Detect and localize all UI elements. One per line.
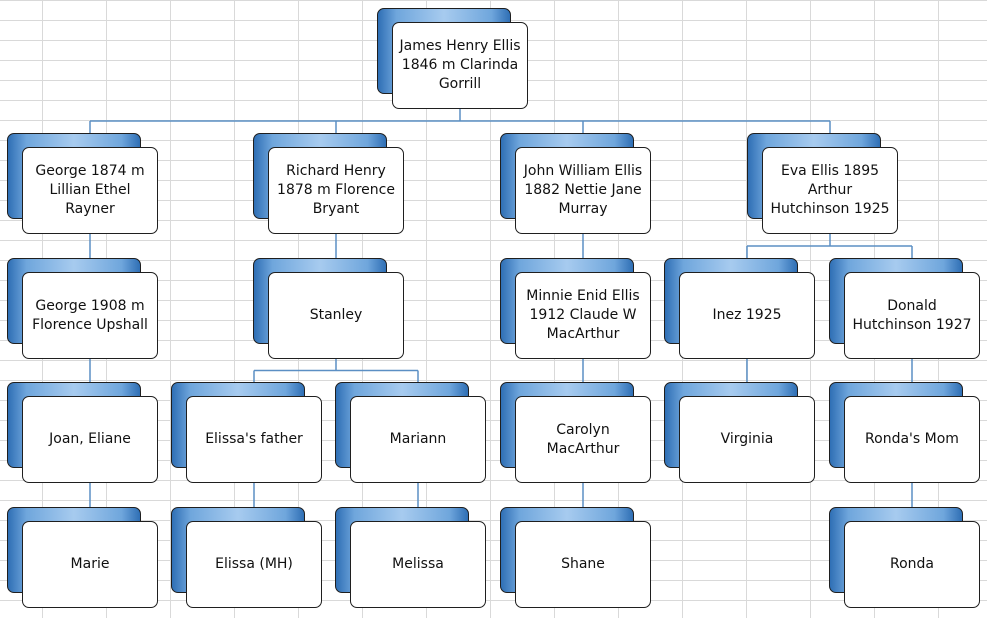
node-inez[interactable]: Inez 1925 [664, 258, 815, 359]
node-label: Richard Henry 1878 m Florence Bryant [277, 163, 395, 217]
node-label: John William Ellis 1882 Nettie Jane Murr… [523, 163, 643, 217]
node-john-william-ellis[interactable]: John William Ellis 1882 Nettie Jane Murr… [500, 133, 651, 234]
node-mariann[interactable]: Mariann [335, 382, 486, 483]
node-melissa[interactable]: Melissa [335, 507, 486, 608]
node-label: Melissa [392, 556, 444, 572]
node-label: Ronda's Mom [865, 431, 959, 447]
node-george-1908[interactable]: George 1908 m Florence Upshall [7, 258, 158, 359]
node-elissa-mh[interactable]: Elissa (MH) [171, 507, 322, 608]
node-george-1874[interactable]: George 1874 m Lillian Ethel Rayner [7, 133, 158, 234]
node-label: Ronda [889, 556, 934, 572]
node-james-henry-ellis[interactable]: James Henry Ellis 1846 m Clarinda Gorril… [377, 8, 528, 109]
node-minnie-enid-ellis[interactable]: Minnie Enid Ellis 1912 Claude W MacArthu… [500, 258, 651, 359]
node-shane[interactable]: Shane [500, 507, 651, 608]
node-label: Carolyn MacArthur [546, 421, 620, 457]
node-virginia[interactable]: Virginia [664, 382, 815, 483]
node-label: Virginia [720, 431, 774, 447]
node-label: Mariann [389, 431, 447, 447]
node-carolyn-macarthur[interactable]: Carolyn MacArthur [500, 382, 651, 483]
node-label: Marie [70, 556, 110, 572]
node-richard-henry[interactable]: Richard Henry 1878 m Florence Bryant [253, 133, 404, 234]
node-ronda[interactable]: Ronda [829, 507, 980, 608]
node-label: Inez 1925 [712, 307, 782, 323]
node-elissas-father[interactable]: Elissa's father [171, 382, 322, 483]
node-label: Elissa (MH) [215, 556, 293, 572]
node-label: Eva Ellis 1895 Arthur Hutchinson 1925 [770, 163, 890, 217]
node-label: Stanley [309, 307, 363, 323]
node-stanley[interactable]: Stanley [253, 258, 404, 359]
node-donald-hutchinson[interactable]: Donald Hutchinson 1927 [829, 258, 980, 359]
node-label: Elissa's father [205, 431, 303, 447]
node-label: George 1874 m Lillian Ethel Rayner [35, 163, 145, 217]
node-label: James Henry Ellis 1846 m Clarinda Gorril… [399, 38, 521, 92]
node-label: Joan, Eliane [49, 431, 131, 447]
node-label: George 1908 m Florence Upshall [32, 297, 148, 333]
node-joan-eliane[interactable]: Joan, Eliane [7, 382, 158, 483]
node-rondas-mom[interactable]: Ronda's Mom [829, 382, 980, 483]
node-label: Donald Hutchinson 1927 [852, 297, 972, 333]
node-marie[interactable]: Marie [7, 507, 158, 608]
node-label: Shane [561, 556, 605, 572]
node-eva-ellis[interactable]: Eva Ellis 1895 Arthur Hutchinson 1925 [747, 133, 898, 234]
node-label: Minnie Enid Ellis 1912 Claude W MacArthu… [526, 288, 640, 342]
